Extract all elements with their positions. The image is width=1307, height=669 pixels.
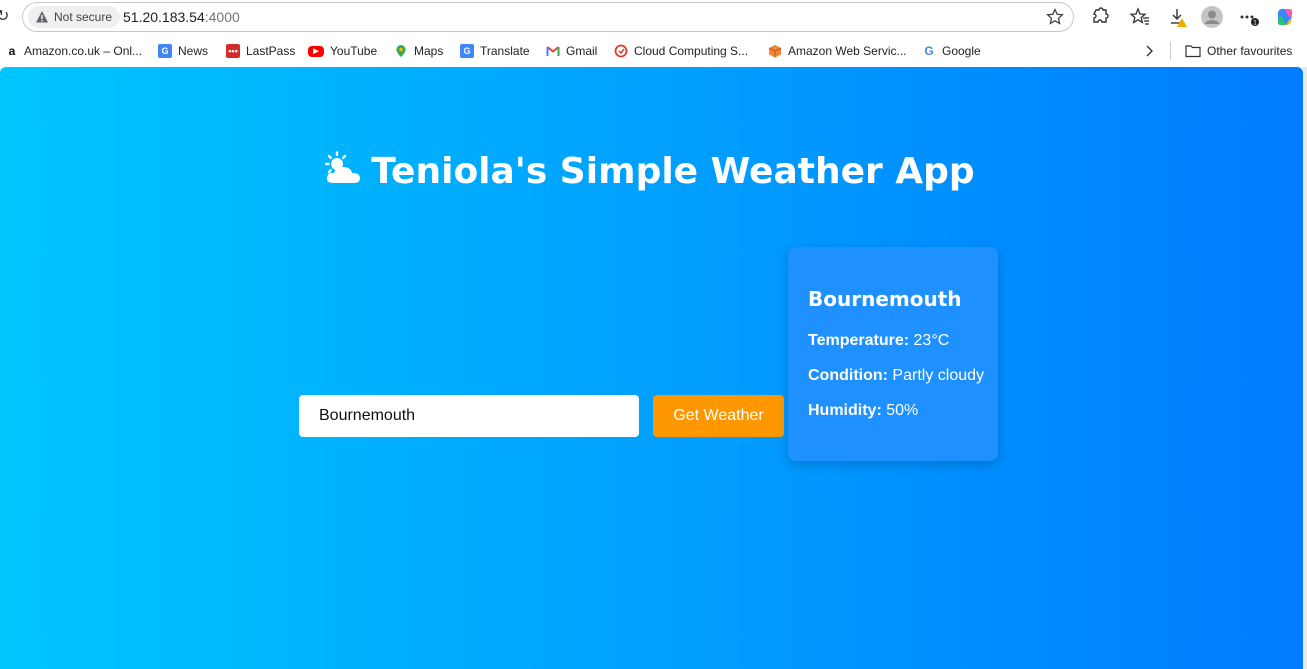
bookmarks-divider <box>1170 42 1171 60</box>
bookmarks-overflow-button[interactable] <box>1142 42 1156 60</box>
weather-result-card: Bournemouth Temperature: 23°C Condition:… <box>788 247 998 461</box>
humidity-row: Humidity: 50% <box>808 401 978 420</box>
bookmark-label: Amazon Web Servic... <box>788 44 907 58</box>
folder-icon <box>1185 45 1201 58</box>
favourites-icon[interactable] <box>1129 6 1151 28</box>
bookmark-label: News <box>178 44 209 58</box>
humidity-label: Humidity: <box>808 402 882 419</box>
condition-label: Condition: <box>808 367 888 384</box>
security-label: Not secure <box>54 10 113 24</box>
bookmark-youtube[interactable]: ▶ YouTube <box>308 42 377 60</box>
temperature-value: 23°C <box>913 332 950 349</box>
aws-icon <box>768 45 782 58</box>
reload-icon[interactable]: ↻ <box>0 6 9 28</box>
page-scrollbar[interactable] <box>1303 67 1307 669</box>
bookmark-label: Cloud Computing S... <box>634 44 749 58</box>
bookmark-google[interactable]: G Google <box>922 42 981 60</box>
other-favourites-label: Other favourites <box>1207 44 1293 58</box>
amazon-icon: a <box>8 44 16 58</box>
url-port: :4000 <box>204 9 240 25</box>
youtube-icon: ▶ <box>308 45 324 57</box>
translate-icon: G <box>460 44 474 58</box>
warning-icon <box>36 11 48 23</box>
page-title: Teniola's Simple Weather App <box>0 151 1296 192</box>
browser-toolbar: ↻ Not secure 51.20.183.54:4000 1 <box>0 0 1307 36</box>
news-icon: G <box>158 44 172 58</box>
bookmark-maps[interactable]: Maps <box>394 42 443 60</box>
other-favourites[interactable]: Other favourites <box>1185 42 1292 60</box>
humidity-value: 50% <box>886 402 919 419</box>
bookmark-translate[interactable]: G Translate <box>460 42 530 60</box>
add-favourite-star-icon[interactable] <box>1045 7 1065 27</box>
condition-value: Partly cloudy <box>892 367 985 384</box>
bookmark-cloud-computing[interactable]: Cloud Computing S... <box>614 42 748 60</box>
gmail-icon <box>546 46 560 56</box>
extensions-icon[interactable] <box>1088 6 1110 28</box>
bookmarks-bar: a Amazon.co.uk – Onl... G News ••• LastP… <box>0 36 1307 66</box>
bookmark-amazon[interactable]: a Amazon.co.uk – Onl... <box>6 42 142 60</box>
downloads-icon[interactable] <box>1167 6 1189 28</box>
get-weather-button[interactable]: Get Weather <box>653 395 784 437</box>
address-bar[interactable]: Not secure 51.20.183.54:4000 <box>22 2 1074 32</box>
city-search-input[interactable] <box>299 395 639 437</box>
lastpass-icon: ••• <box>226 44 240 58</box>
svg-text:1: 1 <box>1253 20 1257 27</box>
condition-row: Condition: Partly cloudy <box>808 366 984 385</box>
weather-city: Bournemouth <box>808 287 962 311</box>
bookmark-label: Maps <box>414 44 444 58</box>
weather-app-page: Teniola's Simple Weather App Get Weather… <box>0 67 1303 669</box>
google-icon: G <box>924 44 934 58</box>
bookmark-aws[interactable]: Amazon Web Servic... <box>768 42 907 60</box>
site-info-button[interactable]: Not secure <box>28 6 121 28</box>
more-options-icon[interactable]: 1 <box>1238 6 1260 28</box>
bookmark-label: Translate <box>480 44 530 58</box>
temperature-row: Temperature: 23°C <box>808 331 978 350</box>
url-host: 51.20.183.54 <box>123 9 205 25</box>
bookmark-lastpass[interactable]: ••• LastPass <box>226 42 295 60</box>
bookmark-label: YouTube <box>330 44 378 58</box>
cloud-computing-icon <box>614 44 628 58</box>
copilot-icon[interactable] <box>1274 6 1296 28</box>
page-title-text: Teniola's Simple Weather App <box>371 151 975 192</box>
sun-behind-cloud-icon <box>325 151 361 183</box>
profile-avatar-icon[interactable] <box>1200 5 1224 29</box>
url-text[interactable]: 51.20.183.54:4000 <box>123 8 240 26</box>
chevron-right-icon <box>1146 45 1153 57</box>
bookmark-gmail[interactable]: Gmail <box>546 42 597 60</box>
bookmark-news[interactable]: G News <box>158 42 208 60</box>
bookmark-label: Amazon.co.uk – Onl... <box>24 44 143 58</box>
maps-icon <box>396 45 406 57</box>
temperature-label: Temperature: <box>808 332 910 349</box>
bookmark-label: Google <box>942 44 981 58</box>
bookmark-label: Gmail <box>566 44 598 58</box>
bookmark-label: LastPass <box>246 44 296 58</box>
